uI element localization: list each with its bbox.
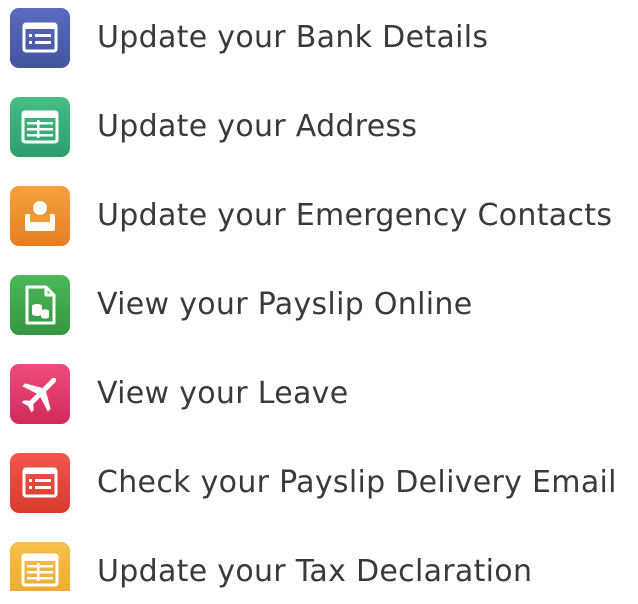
- airplane-icon: [10, 364, 70, 424]
- menu-item-bank-details[interactable]: Update your Bank Details: [0, 8, 638, 70]
- tax-table-icon: [10, 542, 70, 591]
- form-list-icon: [10, 8, 70, 68]
- menu-item-label: Update your Emergency Contacts: [97, 198, 613, 233]
- menu-item-leave[interactable]: View your Leave: [0, 364, 638, 426]
- contact-person-icon: [10, 186, 70, 246]
- self-service-menu: Update your Bank Details Update your Add…: [0, 0, 638, 591]
- menu-item-label: Update your Bank Details: [97, 20, 489, 55]
- menu-item-payslip-delivery-email[interactable]: Check your Payslip Delivery Email: [0, 453, 638, 515]
- address-table-icon: [10, 97, 70, 157]
- menu-item-address[interactable]: Update your Address: [0, 97, 638, 159]
- menu-item-emergency-contacts[interactable]: Update your Emergency Contacts: [0, 186, 638, 248]
- payslip-document-icon: [10, 275, 70, 335]
- menu-item-label: View your Leave: [97, 376, 349, 411]
- email-list-icon: [10, 453, 70, 513]
- menu-item-label: Update your Address: [97, 109, 418, 144]
- menu-item-payslip-online[interactable]: View your Payslip Online: [0, 275, 638, 337]
- menu-item-label: Update your Tax Declaration: [97, 554, 533, 589]
- menu-item-tax-declaration[interactable]: Update your Tax Declaration: [0, 542, 638, 604]
- menu-item-label: View your Payslip Online: [97, 287, 473, 322]
- menu-item-label: Check your Payslip Delivery Email: [97, 465, 617, 500]
